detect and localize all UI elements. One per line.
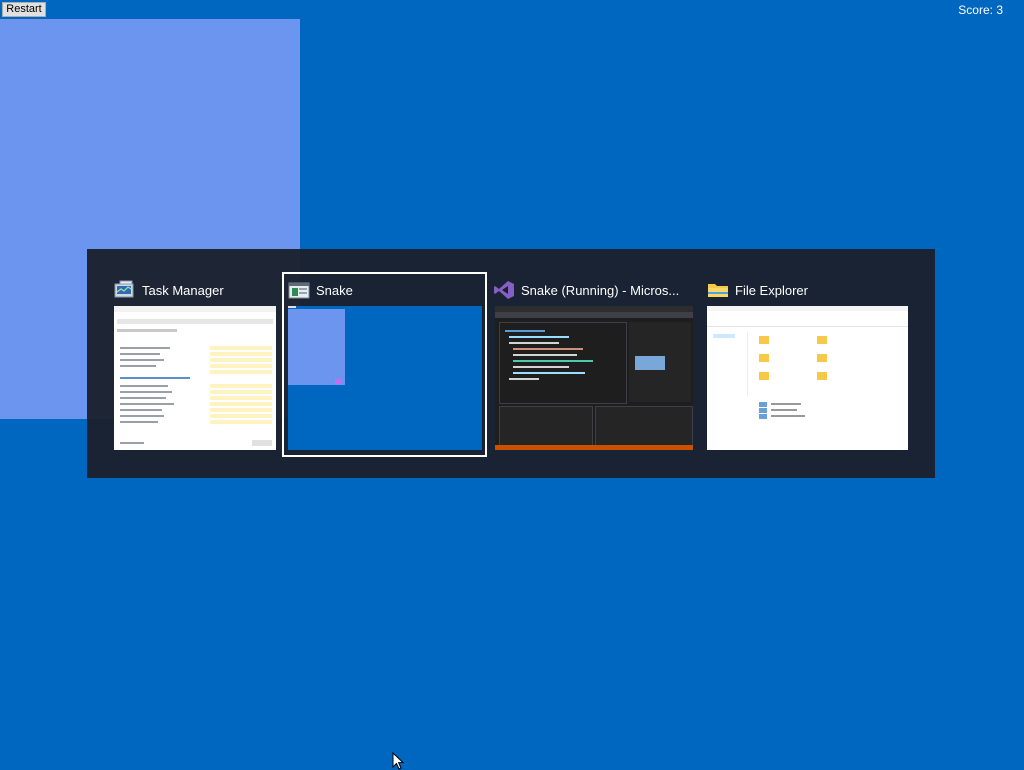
window-thumbnail (495, 306, 693, 450)
task-manager-icon (114, 280, 136, 300)
switcher-item-file-explorer[interactable]: File Explorer (707, 276, 908, 454)
score-label: Score: 3 (958, 3, 1003, 17)
switcher-item-task-manager[interactable]: Task Manager (114, 276, 276, 454)
switcher-item-snake[interactable]: Snake (288, 276, 482, 454)
snake-app-icon (288, 280, 310, 300)
window-title: Snake (316, 282, 353, 298)
window-thumbnail (288, 306, 482, 450)
restart-button[interactable]: Restart (2, 2, 46, 17)
switcher-item-visual-studio[interactable]: Snake (Running) - Micros... (493, 276, 693, 454)
visual-studio-icon (493, 280, 515, 300)
window-title: File Explorer (735, 282, 808, 298)
window-title: Snake (Running) - Micros... (521, 282, 680, 298)
mouse-cursor-icon (392, 752, 405, 770)
window-thumbnail (114, 306, 276, 450)
window-title: Task Manager (142, 282, 224, 298)
folder-icon (707, 280, 729, 300)
window-thumbnail (707, 306, 908, 450)
